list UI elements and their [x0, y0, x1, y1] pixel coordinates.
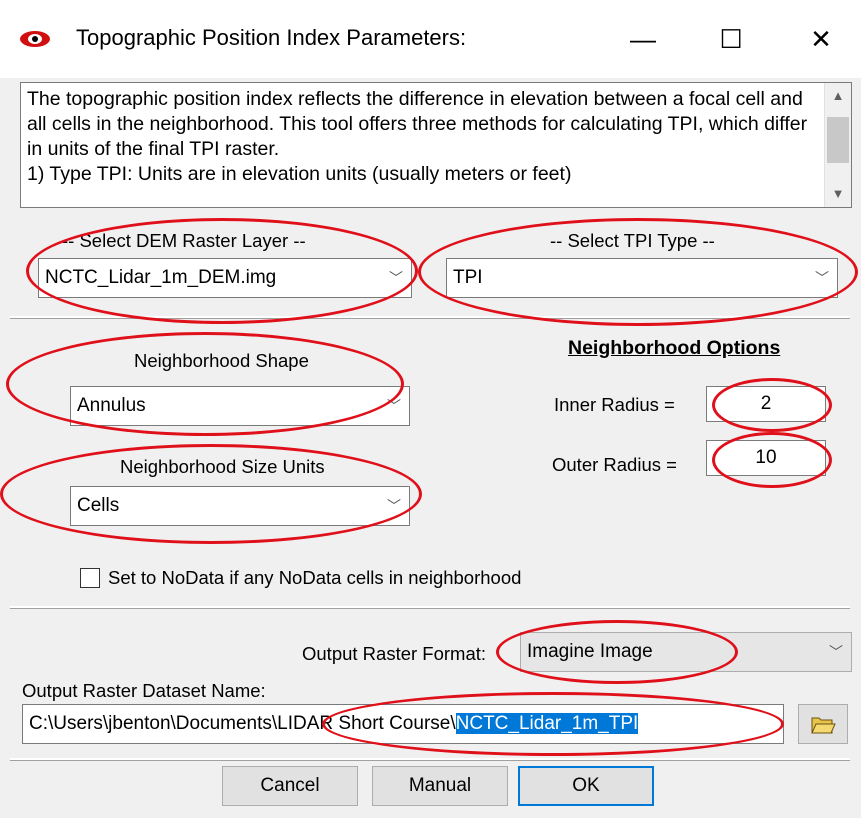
chevron-down-icon: ﹀	[829, 644, 843, 660]
ok-button[interactable]: OK	[518, 766, 654, 806]
neighborhood-size-units-select[interactable]: Cells ﹀	[70, 486, 410, 526]
neighborhood-shape-select[interactable]: Annulus ﹀	[70, 386, 410, 426]
output-format-label: Output Raster Format:	[302, 643, 487, 664]
tpi-type-select[interactable]: TPI ﹀	[446, 258, 838, 298]
nodata-label: Set to NoData if any NoData cells in nei…	[108, 567, 522, 588]
minimize-button[interactable]: —	[614, 14, 672, 64]
manual-button[interactable]: Manual	[372, 766, 508, 806]
open-folder-icon	[810, 713, 836, 734]
output-path-selected: NCTC_Lidar_1m_TPI	[455, 713, 639, 734]
output-path-input[interactable]: C:\Users\jbenton\Documents\LIDAR Short C…	[22, 704, 784, 744]
outer-radius-label: Outer Radius =	[552, 454, 677, 475]
dem-select-value: NCTC_Lidar_1m_DEM.img	[45, 267, 277, 288]
red-eye-icon	[18, 26, 52, 52]
section-divider	[10, 606, 850, 609]
output-path-prefix: C:\Users\jbenton\Documents\LIDAR Short C…	[29, 713, 456, 734]
tpi-type-value: TPI	[453, 267, 483, 288]
chevron-down-icon: ﹀	[815, 270, 829, 286]
neighborhood-options-heading: Neighborhood Options	[568, 337, 781, 359]
neighborhood-size-units-label: Neighborhood Size Units	[120, 456, 325, 477]
description-text: The topographic position index reflects …	[27, 88, 808, 185]
chevron-down-icon: ﹀	[389, 270, 403, 286]
output-format-select[interactable]: Imagine Image ﹀	[520, 632, 852, 672]
close-button[interactable]: ✕	[792, 14, 850, 64]
maximize-button[interactable]: ☐	[702, 14, 760, 64]
inner-radius-label: Inner Radius =	[554, 394, 675, 415]
chevron-down-icon: ﹀	[387, 498, 401, 514]
chevron-down-icon: ﹀	[387, 398, 401, 414]
scroll-down-icon[interactable]: ▼	[825, 183, 851, 205]
section-divider	[10, 758, 850, 761]
dem-label: -- Select DEM Raster Layer --	[62, 230, 306, 251]
output-dataset-label: Output Raster Dataset Name:	[22, 680, 266, 701]
section-divider	[10, 316, 850, 319]
maximize-icon: ☐	[719, 23, 743, 54]
cancel-button[interactable]: Cancel	[222, 766, 358, 806]
window-title: Topographic Position Index Parameters:	[76, 25, 467, 50]
output-format-value: Imagine Image	[527, 641, 653, 662]
dem-select[interactable]: NCTC_Lidar_1m_DEM.img ﹀	[38, 258, 412, 298]
description-scrollbar[interactable]: ▲ ▼	[824, 83, 851, 207]
minimize-icon: —	[630, 23, 656, 54]
neighborhood-shape-value: Annulus	[77, 395, 146, 416]
neighborhood-shape-label: Neighborhood Shape	[134, 350, 309, 371]
neighborhood-size-units-value: Cells	[77, 495, 120, 516]
close-icon: ✕	[810, 23, 832, 54]
description-box[interactable]: The topographic position index reflects …	[20, 82, 852, 208]
outer-radius-input[interactable]: 10	[706, 440, 826, 476]
scroll-thumb[interactable]	[827, 117, 849, 163]
scroll-up-icon[interactable]: ▲	[825, 85, 851, 107]
tpi-type-label: -- Select TPI Type --	[550, 230, 715, 251]
nodata-checkbox[interactable]	[80, 568, 100, 588]
browse-button[interactable]	[798, 704, 848, 744]
inner-radius-input[interactable]: 2	[706, 386, 826, 422]
